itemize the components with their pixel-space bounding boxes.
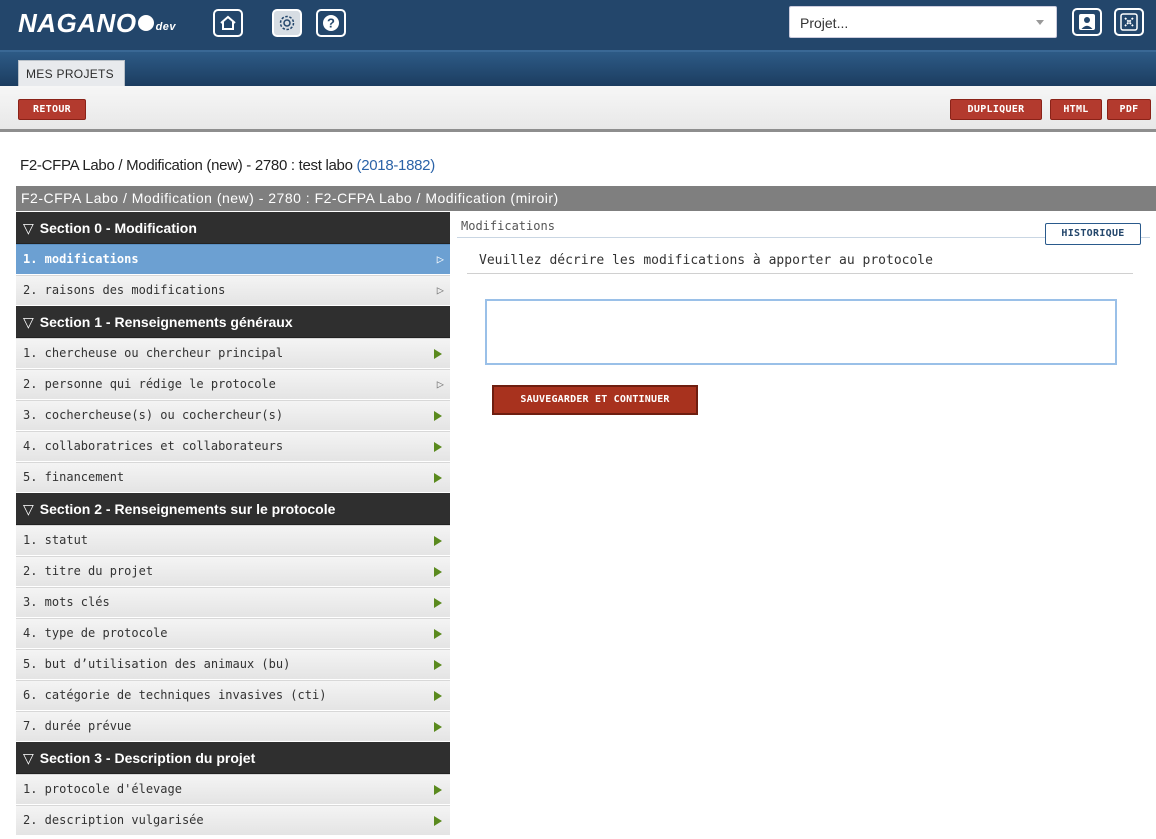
sidebar-item[interactable]: 5. financement — [16, 462, 450, 493]
tab-mes-projets[interactable]: MES PROJETS — [18, 60, 125, 88]
complete-arrow-icon — [434, 473, 442, 483]
page-title-text: F2-CFPA Labo / Modification (new) - 2780… — [20, 157, 353, 174]
sidebar-item[interactable]: 1. statut — [16, 525, 450, 556]
section-navigation: ▽ Section 0 - Modification 1. modification… — [16, 212, 450, 839]
panel-label: Modifications — [461, 219, 555, 233]
sidebar-item[interactable]: 2. personne qui rédige le protocole ▷ — [16, 369, 450, 400]
sidebar-item-label: 5. financement — [23, 470, 125, 484]
exit-icon — [1120, 13, 1138, 31]
modifications-textarea[interactable] — [485, 299, 1117, 365]
section-title: Section 1 - Renseignements généraux — [39, 314, 293, 330]
save-and-continue-button[interactable]: SAUVEGARDER ET CONTINUER — [492, 385, 698, 415]
sidebar-item[interactable]: 4. collaboratrices et collaborateurs — [16, 431, 450, 462]
section-header-3[interactable]: ▽ Section 3 - Description du projet — [16, 742, 450, 774]
collapse-triangle-icon: ▽ — [23, 220, 34, 236]
section-header-2[interactable]: ▽ Section 2 - Renseignements sur le proto… — [16, 493, 450, 525]
complete-arrow-icon — [434, 349, 442, 359]
question-divider — [467, 273, 1133, 274]
sidebar-item[interactable]: 2. description vulgarisée — [16, 805, 450, 836]
sidebar-item-label: 2. raisons des modifications — [23, 283, 226, 297]
section-title: Section 3 - Description du projet — [39, 750, 256, 766]
help-button[interactable]: ? — [316, 9, 346, 37]
sidebar-item-label: 1. statut — [23, 533, 89, 547]
html-export-button[interactable]: HTML — [1050, 99, 1102, 120]
tab-strip: MES PROJETS — [0, 50, 1156, 88]
page-title: F2-CFPA Labo / Modification (new) - 2780… — [20, 157, 435, 174]
user-icon — [1079, 14, 1095, 30]
complete-arrow-icon — [434, 442, 442, 452]
back-button[interactable]: RETOUR — [18, 99, 86, 120]
toolbar: RETOUR DUPLIQUER HTML PDF — [0, 86, 1156, 132]
sidebar-item-label: 2. description vulgarisée — [23, 813, 204, 827]
year-reference-link[interactable]: (2018-1882) — [357, 157, 436, 174]
sidebar-item-label: 2. personne qui rédige le protocole — [23, 377, 276, 391]
sidebar-item[interactable]: 1. protocole d'élevage — [16, 774, 450, 805]
history-button[interactable]: HISTORIQUE — [1045, 223, 1141, 245]
form-header: F2-CFPA Labo / Modification (new) - 2780… — [16, 186, 1156, 211]
sidebar-item[interactable]: 4. type de protocole — [16, 618, 450, 649]
complete-arrow-icon — [434, 816, 442, 826]
sidebar-item-label: 5. but d’utilisation des animaux (bu) — [23, 657, 291, 671]
logo-suffix: dev — [155, 21, 177, 33]
sidebar-item[interactable]: 6. catégorie de techniques invasives (ct… — [16, 680, 450, 711]
user-button[interactable] — [1072, 8, 1102, 36]
sidebar-item[interactable]: 2. titre du projet — [16, 556, 450, 587]
duplicate-button[interactable]: DUPLIQUER — [950, 99, 1042, 120]
complete-arrow-icon — [434, 785, 442, 795]
complete-arrow-icon — [434, 598, 442, 608]
collapse-triangle-icon: ▽ — [23, 501, 34, 517]
section-header-1[interactable]: ▽ Section 1 - Renseignements généraux — [16, 306, 450, 338]
sidebar-item-label: 7. durée prévue — [23, 719, 132, 733]
chevron-down-icon — [1036, 20, 1044, 25]
top-header: NAGANO dev ? Projet... — [0, 0, 1156, 50]
sidebar-item-label: 1. chercheuse ou chercheur principal — [23, 346, 284, 360]
sidebar-item[interactable]: 3. cochercheuse(s) ou cochercheur(s) — [16, 400, 450, 431]
complete-arrow-icon — [434, 722, 442, 732]
project-select-value: Projet... — [800, 15, 849, 31]
gear-icon — [279, 15, 295, 31]
sidebar-item-label: 4. type de protocole — [23, 626, 168, 640]
logo-text: NAGANO — [18, 8, 137, 38]
collapse-triangle-icon: ▽ — [23, 750, 34, 766]
incomplete-arrow-icon: ▷ — [436, 252, 444, 266]
collapse-triangle-icon: ▽ — [23, 314, 34, 330]
complete-arrow-icon — [434, 691, 442, 701]
sidebar-item[interactable]: 7. durée prévue — [16, 711, 450, 742]
sidebar-item[interactable]: 1. modifications ▷ — [16, 244, 450, 275]
section-title: Section 0 - Modification — [39, 220, 197, 236]
settings-button[interactable] — [272, 9, 302, 37]
complete-arrow-icon — [434, 660, 442, 670]
project-select[interactable]: Projet... — [789, 6, 1057, 38]
complete-arrow-icon — [434, 411, 442, 421]
home-icon — [220, 15, 236, 30]
incomplete-arrow-icon: ▷ — [436, 377, 444, 391]
logo-dot-icon — [137, 15, 154, 32]
sidebar-item-label: 1. protocole d'élevage — [23, 782, 182, 796]
incomplete-arrow-icon: ▷ — [436, 283, 444, 297]
sidebar-item-label: 4. collaboratrices et collaborateurs — [23, 439, 284, 453]
sidebar-item-label: 3. cochercheuse(s) ou cochercheur(s) — [23, 408, 284, 422]
nagano-logo[interactable]: NAGANO dev — [18, 8, 176, 44]
section-header-0[interactable]: ▽ Section 0 - Modification — [16, 212, 450, 244]
complete-arrow-icon — [434, 536, 442, 546]
sidebar-item[interactable]: 3. mots clés — [16, 587, 450, 618]
complete-arrow-icon — [434, 629, 442, 639]
complete-arrow-icon — [434, 567, 442, 577]
sidebar-item[interactable]: 1. chercheuse ou chercheur principal — [16, 338, 450, 369]
question-label: Veuillez décrire les modifications à app… — [479, 253, 933, 268]
sidebar-item[interactable]: 5. but d’utilisation des animaux (bu) — [16, 649, 450, 680]
sidebar-item-label: 2. titre du projet — [23, 564, 154, 578]
help-icon: ? — [323, 15, 339, 31]
home-button[interactable] — [213, 9, 243, 37]
sidebar-item-label: 1. modifications — [23, 252, 139, 266]
logout-button[interactable] — [1114, 8, 1144, 36]
svg-text:?: ? — [327, 16, 335, 31]
pdf-export-button[interactable]: PDF — [1107, 99, 1151, 120]
sidebar-item[interactable]: 2. raisons des modifications ▷ — [16, 275, 450, 306]
sidebar-item-label: 3. mots clés — [23, 595, 110, 609]
section-title: Section 2 - Renseignements sur le protoc… — [39, 501, 336, 517]
sidebar-item-label: 6. catégorie de techniques invasives (ct… — [23, 688, 327, 702]
